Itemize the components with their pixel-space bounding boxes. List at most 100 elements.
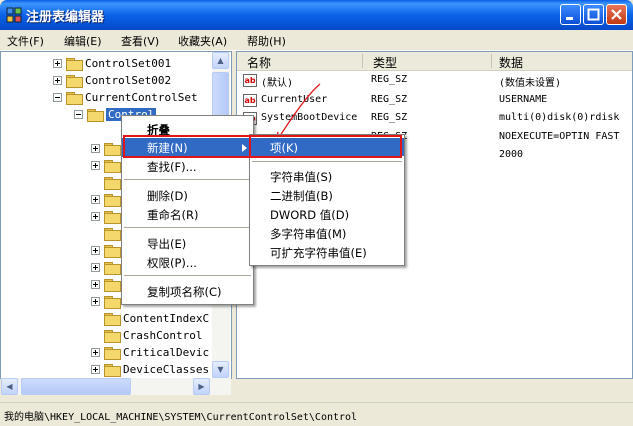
collapse-icon[interactable] [53, 93, 62, 102]
status-bar: 我的电脑\HKEY_LOCAL_MACHINE\SYSTEM\CurrentCo… [0, 402, 633, 426]
tree-item-contentindex[interactable]: ContentIndexC [104, 310, 209, 327]
value-data: 2000 [499, 149, 524, 160]
menu-help[interactable]: 帮助(H) [247, 33, 286, 49]
menu-item-new-dword[interactable]: DWORD 值(D) [250, 205, 404, 223]
expand-icon[interactable] [91, 365, 100, 374]
tree-item-crashcontrol[interactable]: CrashControl [104, 327, 202, 344]
column-divider[interactable] [491, 54, 492, 68]
folder-icon [104, 244, 121, 258]
menu-view[interactable]: 查看(V) [121, 33, 159, 49]
expand-icon[interactable] [53, 59, 62, 68]
maximize-icon [587, 8, 600, 21]
scroll-down-button[interactable]: ▼ [212, 361, 229, 378]
menu-item-label: 删除(D) [147, 189, 188, 203]
tree-item-criticaldevice[interactable]: CriticalDevic [91, 344, 209, 361]
list-header: 名称 类型 数据 [237, 52, 632, 71]
tree-item-label: CriticalDevic [123, 346, 210, 359]
tree-item-hidden[interactable] [91, 259, 123, 276]
tree-item-controlset002[interactable]: ControlSet002 [53, 72, 171, 89]
string-value-icon: ab [243, 74, 257, 87]
expand-icon[interactable] [91, 297, 100, 306]
value-data: (数值未设置) [499, 78, 562, 89]
tree-item-deviceclasses[interactable]: DeviceClasses [91, 361, 209, 378]
menu-separator [124, 227, 251, 228]
folder-open-icon [87, 108, 104, 122]
menu-item-copy-key-name[interactable]: 复制项名称(C) [122, 282, 253, 301]
folder-icon [104, 176, 121, 190]
tree-item-label: ControlSet001 [85, 57, 172, 70]
expand-icon[interactable] [91, 348, 100, 357]
menu-item-delete[interactable]: 删除(D) [122, 186, 253, 205]
scroll-right-button[interactable]: ▶ [193, 378, 210, 395]
column-header-data[interactable]: 数据 [499, 54, 523, 71]
expand-icon[interactable] [91, 246, 100, 255]
tree-item-label: ControlSet002 [85, 74, 172, 87]
menu-item-find[interactable]: 查找(F)... [122, 157, 253, 176]
tree-item-label: DeviceClasses [123, 363, 210, 376]
menu-item-permissions[interactable]: 权限(P)... [122, 253, 253, 272]
tree-item-hidden[interactable] [91, 191, 123, 208]
menu-item-new-multi-string[interactable]: 多字符串值(M) [250, 224, 404, 242]
string-value-icon: ab [243, 94, 257, 107]
scroll-up-button[interactable]: ▲ [212, 52, 229, 69]
registry-editor-window: 注册表编辑器 文件(F) 编辑(E) 查看(V) 收藏夹(A) 帮助(H) Co… [0, 0, 633, 426]
expand-icon[interactable] [91, 280, 100, 289]
status-path: 我的电脑\HKEY_LOCAL_MACHINE\SYSTEM\CurrentCo… [4, 412, 358, 423]
folder-icon [104, 295, 121, 309]
scroll-thumb[interactable] [21, 378, 131, 395]
menu-item-export[interactable]: 导出(E) [122, 234, 253, 253]
collapse-icon[interactable] [74, 110, 83, 119]
close-button[interactable] [606, 4, 627, 25]
expand-icon[interactable] [91, 144, 100, 153]
menu-item-label: 多字符串值(M) [270, 227, 347, 241]
menu-item-new-binary[interactable]: 二进制值(B) [250, 186, 404, 204]
scroll-left-button[interactable]: ◀ [1, 378, 18, 395]
tree-item-hidden[interactable] [91, 208, 123, 225]
minimize-icon [566, 17, 573, 20]
menu-item-label: 可扩充字符串值(E) [270, 246, 367, 260]
tree-item-hidden[interactable] [91, 140, 123, 157]
expand-icon[interactable] [53, 76, 62, 85]
value-data: NOEXECUTE=OPTIN FAST [499, 131, 620, 142]
expand-icon[interactable] [91, 263, 100, 272]
menu-item-label: 导出(E) [147, 237, 187, 251]
menu-item-label: 权限(P)... [147, 256, 197, 270]
tree-item-hidden[interactable] [91, 157, 123, 174]
tree-item-label: CrashControl [123, 329, 203, 342]
expand-icon[interactable] [91, 161, 100, 170]
value-type: REG_SZ [371, 94, 408, 105]
title-bar[interactable]: 注册表编辑器 [0, 0, 633, 30]
menu-item-rename[interactable]: 重命名(R) [122, 205, 253, 224]
folder-icon [66, 74, 83, 88]
menu-item-label: 复制项名称(C) [147, 285, 222, 299]
column-divider[interactable] [362, 54, 363, 68]
tree-item-hidden[interactable] [91, 276, 123, 293]
column-header-type[interactable]: 类型 [373, 54, 397, 71]
minimize-button[interactable] [560, 4, 581, 25]
annotation-highlight-key [249, 135, 402, 158]
expand-icon[interactable] [91, 195, 100, 204]
menu-item-label: DWORD 值(D) [270, 208, 350, 222]
maximize-button[interactable] [583, 4, 604, 25]
window-title: 注册表编辑器 [26, 10, 105, 25]
menu-edit[interactable]: 编辑(E) [64, 33, 102, 49]
tree-horizontal-scrollbar[interactable]: ◀ ▶ [1, 378, 231, 395]
menu-favorites[interactable]: 收藏夹(A) [178, 33, 227, 49]
menu-file[interactable]: 文件(F) [7, 33, 44, 49]
menu-bar: 文件(F) 编辑(E) 查看(V) 收藏夹(A) 帮助(H) [0, 30, 633, 51]
tree-item-label: CurrentControlSet [85, 91, 198, 104]
menu-item-label: 二进制值(B) [270, 189, 333, 203]
tree-item-hidden[interactable] [91, 242, 123, 259]
menu-item-new-string[interactable]: 字符串值(S) [250, 167, 404, 185]
menu-item-new-expandable-string[interactable]: 可扩充字符串值(E) [250, 243, 404, 261]
expand-icon[interactable] [91, 212, 100, 221]
value-type: REG_SZ [371, 74, 408, 85]
tree-item-currentcontrolset[interactable]: CurrentControlSet [53, 89, 198, 106]
column-header-name[interactable]: 名称 [247, 54, 271, 71]
tree-item-controlset001[interactable]: ControlSet001 [53, 55, 171, 72]
tree-item-hidden[interactable] [91, 293, 123, 310]
folder-icon [104, 329, 121, 343]
folder-icon [104, 312, 121, 326]
menu-item-label: 重命名(R) [147, 208, 199, 222]
menu-item-label: 查找(F)... [147, 160, 197, 174]
